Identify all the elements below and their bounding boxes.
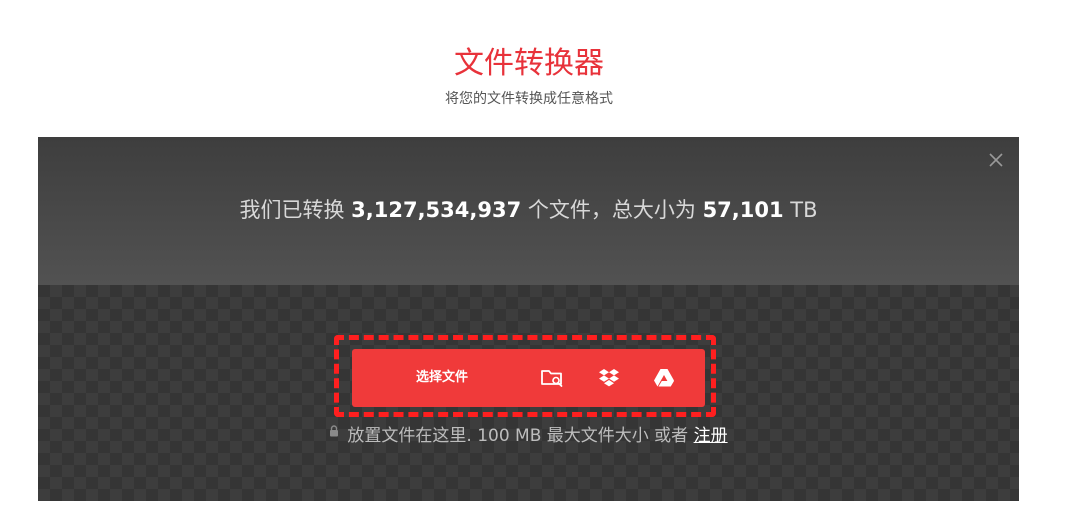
lock-icon [329, 420, 339, 437]
size-unit: TB [783, 198, 818, 222]
page-title: 文件转换器 [454, 46, 604, 81]
stats-banner: 我们已转换 3,127,534,937 个文件，总大小为 57,101 TB [38, 137, 1019, 285]
signup-link[interactable]: 注册 [694, 426, 728, 446]
stats-prefix: 我们已转换 [239, 198, 352, 222]
drop-hint: 放置文件在这里. 100 MB 最大文件大小 或者 注册 [38, 420, 1019, 448]
files-count: 3,127,534,937 [351, 198, 522, 222]
dropbox-icon[interactable] [596, 365, 622, 391]
folder-search-icon[interactable] [539, 365, 565, 391]
upload-bar: 选择文件 [352, 349, 705, 407]
stats-middle: 个文件，总大小为 [521, 198, 703, 222]
google-drive-icon[interactable] [651, 365, 677, 391]
drop-hint-text: 放置文件在这里. 100 MB 最大文件大小 或者 [347, 426, 694, 446]
converter-page: 文件转换器 将您的文件转换成任意格式 我们已转换 3,127,534,937 个… [0, 0, 1070, 530]
total-size: 57,101 [702, 198, 784, 222]
page-subtitle: 将您的文件转换成任意格式 [445, 91, 613, 107]
choose-file-button[interactable]: 选择文件 [352, 349, 532, 407]
conversion-stats: 我们已转换 3,127,534,937 个文件，总大小为 57,101 TB [38, 195, 1019, 225]
close-icon[interactable] [987, 151, 1005, 169]
converter-panel: 我们已转换 3,127,534,937 个文件，总大小为 57,101 TB 选… [38, 137, 1019, 501]
